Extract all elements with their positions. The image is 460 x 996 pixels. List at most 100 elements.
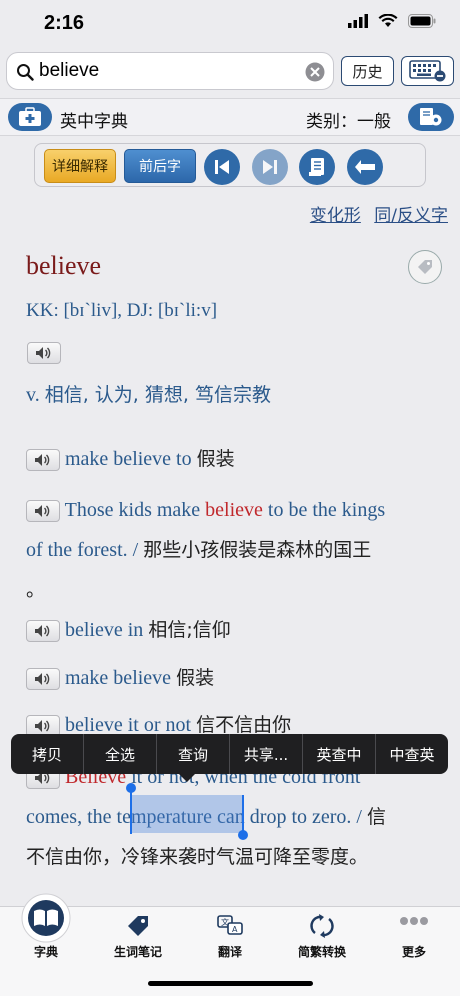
dictionary-switch-button[interactable] bbox=[8, 103, 52, 131]
speaker-icon bbox=[35, 673, 50, 686]
convert-icon bbox=[309, 913, 335, 943]
example-sentence: Those kids make believe to be the kings … bbox=[26, 490, 450, 610]
example-text: Those kids make bbox=[64, 499, 206, 521]
medical-kit-icon bbox=[19, 107, 41, 126]
settings-button[interactable] bbox=[408, 103, 454, 131]
phrase-chinese: 假装 bbox=[196, 448, 235, 470]
tab-label: 更多 bbox=[401, 945, 426, 959]
signal-icon bbox=[348, 14, 368, 28]
definition-text: 相信, 认为, 猜想, 笃信宗教 bbox=[44, 384, 271, 406]
phrase-english: believe in bbox=[65, 619, 144, 641]
phrase-english: believe it or not bbox=[65, 714, 192, 736]
tab-label: 翻译 bbox=[217, 945, 242, 959]
example-speaker-button[interactable] bbox=[26, 500, 60, 523]
phrase-speaker-button[interactable] bbox=[26, 668, 60, 691]
speaker-icon bbox=[35, 720, 50, 733]
speaker-icon bbox=[35, 505, 50, 518]
history-button[interactable]: 历史 bbox=[341, 56, 394, 86]
menu-en-to-cn[interactable]: 英查中 bbox=[303, 734, 376, 774]
swap-language-button[interactable] bbox=[347, 149, 383, 185]
tag-icon bbox=[125, 913, 151, 943]
category-label: 类别：一般 bbox=[306, 112, 391, 132]
example-translation: 不信由你，冷锋来袭时气温可降至零度。 bbox=[26, 846, 369, 868]
menu-select-all[interactable]: 全选 bbox=[84, 734, 157, 774]
phrase-row: make believe 假装 bbox=[26, 663, 215, 691]
phrase-speaker-button[interactable] bbox=[26, 620, 60, 643]
selection-handle-start[interactable] bbox=[130, 788, 132, 834]
phrase-speaker-button[interactable] bbox=[26, 449, 60, 472]
phrase-english: make believe to bbox=[65, 448, 192, 470]
keyboard-icon bbox=[408, 60, 445, 82]
svg-text:A: A bbox=[232, 925, 238, 934]
example-translation: 信 bbox=[366, 806, 386, 828]
selection-handle-start-knob[interactable] bbox=[126, 783, 136, 793]
menu-lookup[interactable]: 查询 bbox=[157, 734, 230, 774]
phrase-chinese: 相信;信仰 bbox=[148, 619, 231, 641]
search-input[interactable]: believe bbox=[39, 60, 99, 82]
phrase-chinese: 假装 bbox=[176, 667, 215, 689]
selection-handle-end[interactable] bbox=[242, 795, 244, 835]
tab-label: 字典 bbox=[33, 945, 58, 959]
menu-copy[interactable]: 拷贝 bbox=[11, 734, 84, 774]
book-gear-icon bbox=[420, 108, 442, 126]
definition-line: v. 相信, 认为, 猜想, 笃信宗教 bbox=[26, 380, 271, 407]
example-highlight: believe bbox=[205, 499, 263, 521]
phrase-row: believe in 相信;信仰 bbox=[26, 615, 231, 643]
phonetic: KK: [bɪˋliv], DJ: [bɪˋli:v] bbox=[26, 300, 218, 321]
phrase-row: make believe to 假装 bbox=[26, 444, 235, 472]
translate-icon: 文A bbox=[216, 913, 244, 943]
search-icon bbox=[17, 64, 34, 81]
example-text: comes, the bbox=[26, 806, 117, 828]
dictionary-title: 英中字典 bbox=[60, 112, 128, 132]
headword: believe bbox=[26, 251, 102, 280]
related-links: 变化形 同/反义字 bbox=[302, 201, 448, 226]
document-list-icon bbox=[309, 158, 324, 176]
previous-word-button[interactable] bbox=[204, 149, 240, 185]
tab-label: 简繁转换 bbox=[297, 945, 346, 959]
search-bar[interactable]: believe bbox=[6, 52, 334, 90]
tag-icon bbox=[418, 260, 432, 274]
menu-cn-to-en[interactable]: 中查英 bbox=[376, 734, 448, 774]
tab-more[interactable]: 更多 bbox=[368, 907, 460, 977]
tab-translate[interactable]: 文A 翻译 bbox=[184, 907, 276, 977]
example-text: of the forest. / bbox=[26, 539, 144, 561]
phrase-chinese: 信不信由你 bbox=[196, 714, 292, 736]
status-time: 2:16 bbox=[44, 12, 85, 34]
action-toolbar: 详细解释 前后字 bbox=[34, 143, 426, 187]
keyboard-button[interactable] bbox=[401, 56, 454, 86]
example-translation: 。 bbox=[26, 579, 46, 601]
skip-back-icon bbox=[215, 160, 229, 174]
pronounce-button[interactable] bbox=[27, 342, 61, 364]
word-list-button[interactable] bbox=[299, 149, 335, 185]
dictionary-header: 英中字典 类别：一般 bbox=[0, 98, 460, 136]
clear-icon[interactable] bbox=[305, 62, 325, 82]
skip-forward-icon bbox=[263, 160, 277, 174]
speaker-icon bbox=[35, 625, 50, 638]
status-bar: 2:16 bbox=[0, 0, 460, 48]
detail-explain-button[interactable]: 详细解释 bbox=[44, 149, 116, 183]
selection-handle-end-knob[interactable] bbox=[238, 830, 248, 840]
tab-vocabulary-notes[interactable]: 生词笔记 bbox=[92, 907, 184, 977]
swap-arrows-icon bbox=[355, 160, 375, 174]
synonyms-link[interactable]: 同/反义字 bbox=[374, 206, 448, 226]
next-word-button[interactable] bbox=[252, 149, 288, 185]
part-of-speech: v. bbox=[26, 384, 40, 406]
example-translation: 那些小孩假装是森林的国王 bbox=[143, 539, 372, 561]
context-menu: 拷贝 全选 查询 共享... 英查中 中查英 bbox=[11, 734, 448, 774]
context-menu-pointer bbox=[178, 773, 196, 782]
phrase-english: make believe bbox=[65, 667, 172, 689]
more-icon bbox=[399, 913, 429, 932]
svg-text:文: 文 bbox=[221, 917, 229, 927]
home-indicator[interactable] bbox=[148, 981, 313, 986]
text-selection bbox=[131, 795, 244, 833]
tab-dictionary[interactable]: 字典 bbox=[0, 893, 92, 977]
word-forms-link[interactable]: 变化形 bbox=[310, 206, 361, 226]
book-icon bbox=[21, 893, 71, 947]
menu-share[interactable]: 共享... bbox=[230, 734, 303, 774]
tab-label: 生词笔记 bbox=[113, 945, 162, 959]
status-icons bbox=[348, 14, 436, 28]
adjacent-words-button[interactable]: 前后字 bbox=[124, 149, 196, 183]
bookmark-tag-button[interactable] bbox=[408, 250, 442, 284]
tab-simplified-traditional[interactable]: 简繁转换 bbox=[276, 907, 368, 977]
speaker-icon bbox=[35, 454, 50, 467]
